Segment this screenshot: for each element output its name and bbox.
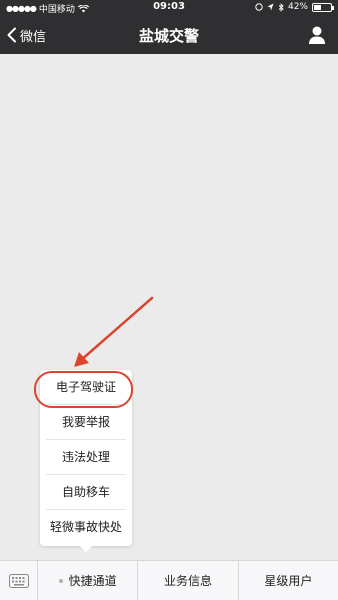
bottom-menu-bar: 快捷通道 业务信息 星级用户 xyxy=(0,560,338,600)
menu-item-violation-handling[interactable]: 违法处理 xyxy=(46,440,126,475)
keyboard-toggle-button[interactable] xyxy=(0,561,38,600)
keyboard-icon xyxy=(8,574,29,588)
back-label: 微信 xyxy=(20,29,47,45)
tab-star-user[interactable]: 星级用户 xyxy=(239,561,338,600)
bluetooth-icon xyxy=(278,2,284,12)
profile-icon xyxy=(309,26,325,44)
lock-rotation-icon xyxy=(255,3,263,11)
tab-business-info[interactable]: 业务信息 xyxy=(138,561,239,600)
battery-percent: 42% xyxy=(287,2,308,12)
menu-item-self-move-car[interactable]: 自助移车 xyxy=(46,475,126,510)
back-chevron-icon xyxy=(7,27,16,43)
page-title: 盐城交警 xyxy=(138,27,199,45)
location-icon xyxy=(267,3,274,11)
submenu-indicator-icon xyxy=(58,578,63,583)
back-button[interactable]: 微信 xyxy=(6,24,46,46)
tab-label: 星级用户 xyxy=(264,574,313,588)
tab-label: 快捷通道 xyxy=(68,574,117,588)
status-bar: ●●●●● 中国移动 09:03 42% xyxy=(0,0,338,16)
battery-icon xyxy=(312,2,334,12)
highlight-ring xyxy=(34,371,133,408)
tab-label: 业务信息 xyxy=(163,574,212,588)
nav-bar: 微信 盐城交警 xyxy=(0,16,338,54)
profile-button[interactable] xyxy=(306,24,328,46)
tab-quick-access[interactable]: 快捷通道 xyxy=(38,561,139,600)
menu-item-minor-accident[interactable]: 轻微事故快处 xyxy=(46,510,126,545)
battery-fill xyxy=(314,4,321,10)
menu-item-report[interactable]: 我要举报 xyxy=(46,405,126,440)
status-right: 42% xyxy=(255,2,334,12)
